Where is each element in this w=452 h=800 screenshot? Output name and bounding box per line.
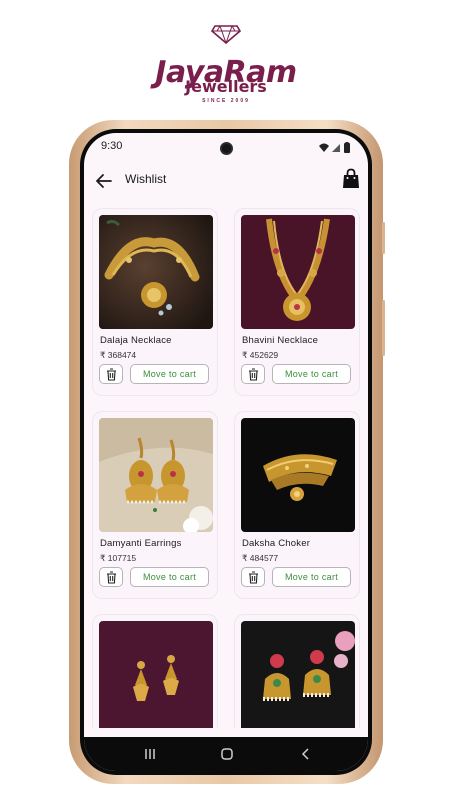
volume-button bbox=[382, 222, 385, 254]
wifi-icon bbox=[319, 143, 329, 152]
product-price: ₹ 452629 bbox=[242, 350, 279, 360]
product-name: Damyanti Earrings bbox=[100, 538, 182, 549]
product-price: ₹ 368474 bbox=[100, 350, 137, 360]
trash-icon bbox=[107, 368, 116, 381]
product-image[interactable] bbox=[99, 418, 213, 532]
battery-icon bbox=[344, 143, 350, 153]
brand-subtitle: Jewellers bbox=[185, 77, 267, 96]
wishlist-card[interactable]: Daksha Choker ₹ 484577 Move to cart bbox=[234, 411, 360, 599]
diamond-logo-icon bbox=[211, 25, 241, 44]
wishlist-card[interactable]: Dalaja Necklace ₹ 368474 Move to cart bbox=[92, 208, 218, 396]
wishlist-card[interactable]: Damyanti Earrings ₹ 107715 Move to cart bbox=[92, 411, 218, 599]
delete-button[interactable] bbox=[241, 364, 265, 384]
move-to-cart-button[interactable]: Move to cart bbox=[272, 567, 351, 587]
product-name: Daksha Choker bbox=[242, 538, 311, 549]
product-price: ₹ 484577 bbox=[242, 553, 279, 563]
move-to-cart-button[interactable]: Move to cart bbox=[130, 567, 209, 587]
front-camera bbox=[220, 142, 233, 155]
move-to-cart-button[interactable]: Move to cart bbox=[272, 364, 351, 384]
brand-since: SINCE 2009 bbox=[202, 98, 250, 104]
back-icon[interactable] bbox=[296, 746, 316, 762]
page-title: Wishlist bbox=[125, 172, 167, 186]
status-bar: 9:30 bbox=[84, 133, 368, 163]
product-image[interactable] bbox=[99, 621, 213, 728]
arrow-left-icon[interactable] bbox=[94, 171, 114, 191]
home-icon[interactable] bbox=[217, 746, 237, 762]
product-name: Bhavini Necklace bbox=[242, 335, 319, 346]
delete-button[interactable] bbox=[241, 567, 265, 587]
product-image[interactable] bbox=[241, 215, 355, 329]
wishlist-card[interactable] bbox=[234, 614, 360, 728]
product-image[interactable] bbox=[241, 621, 355, 728]
product-image[interactable] bbox=[99, 215, 213, 329]
app-bar: Wishlist bbox=[84, 163, 368, 199]
shopping-bag-icon[interactable] bbox=[341, 168, 361, 190]
trash-icon bbox=[249, 571, 258, 584]
product-price: ₹ 107715 bbox=[100, 553, 137, 563]
product-name: Dalaja Necklace bbox=[100, 335, 172, 346]
signal-icon bbox=[332, 144, 340, 152]
delete-button[interactable] bbox=[99, 567, 123, 587]
delete-button[interactable] bbox=[99, 364, 123, 384]
wishlist-card[interactable] bbox=[92, 614, 218, 728]
status-time: 9:30 bbox=[101, 140, 123, 152]
product-image[interactable] bbox=[241, 418, 355, 532]
trash-icon bbox=[107, 571, 116, 584]
wishlist-card[interactable]: Bhavini Necklace ₹ 452629 Move to cart bbox=[234, 208, 360, 396]
brand-header: JayaRam Jewellers SINCE 2009 bbox=[0, 18, 452, 110]
trash-icon bbox=[249, 368, 258, 381]
recents-icon[interactable] bbox=[140, 746, 160, 762]
phone-screen: 9:30 Wishlist Dalaja Necklace ₹ 368474 M… bbox=[84, 133, 368, 771]
power-button bbox=[382, 300, 385, 356]
move-to-cart-button[interactable]: Move to cart bbox=[130, 364, 209, 384]
wishlist-grid: Dalaja Necklace ₹ 368474 Move to cart Bh… bbox=[84, 208, 368, 728]
status-icons bbox=[319, 142, 350, 153]
system-nav-bar bbox=[84, 737, 368, 771]
